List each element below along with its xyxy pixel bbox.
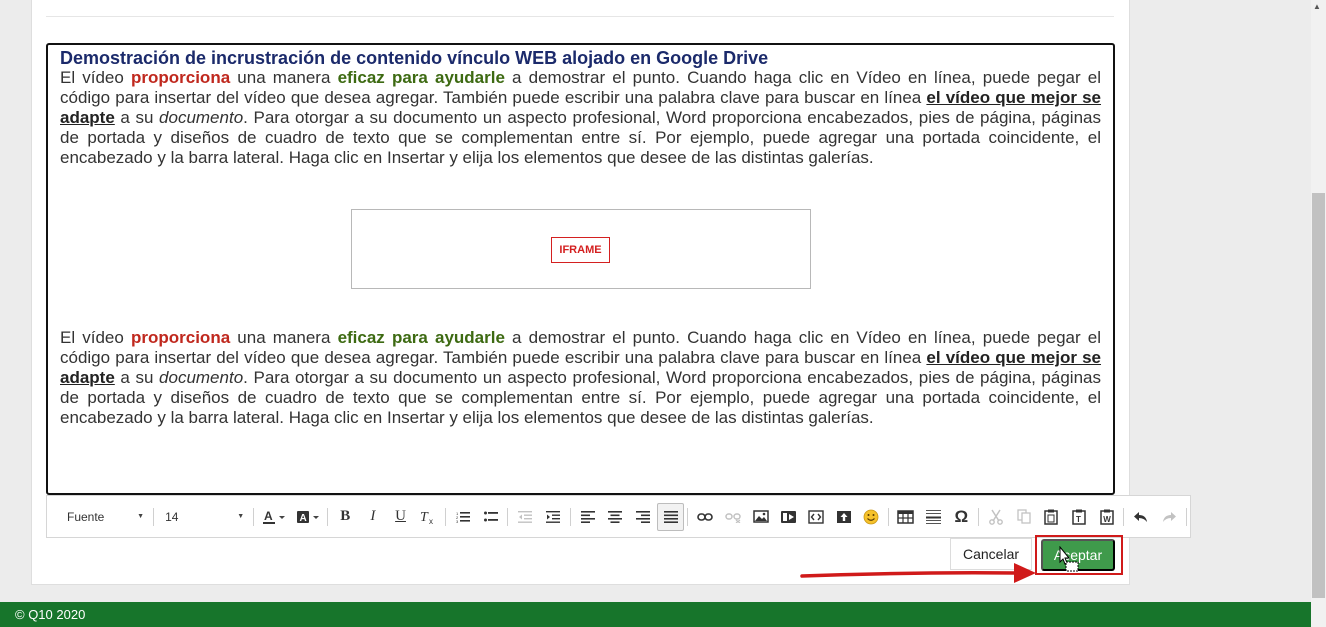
special-character-icon[interactable]: Ω <box>947 503 975 531</box>
numbered-list-icon[interactable]: 123 <box>449 503 477 531</box>
emoji-icon[interactable] <box>857 503 885 531</box>
unlink-icon[interactable] <box>719 503 747 531</box>
table-icon[interactable] <box>892 503 920 531</box>
font-family-select[interactable]: Fuente ▼ <box>53 505 150 529</box>
horizontal-rule-icon[interactable] <box>920 503 948 531</box>
editor-heading: Demostración de incrustración de conteni… <box>60 48 769 68</box>
toolbar-separator <box>153 507 155 526</box>
undo-icon[interactable] <box>1127 503 1155 531</box>
font-size-value: 14 <box>165 509 179 524</box>
paste-text-icon[interactable]: T <box>1065 503 1093 531</box>
link-icon[interactable] <box>691 503 719 531</box>
copyright-text: © Q10 2020 <box>15 607 86 622</box>
svg-text:W: W <box>1103 515 1111 524</box>
svg-text:A: A <box>299 513 306 524</box>
bold-icon[interactable]: B <box>331 503 359 531</box>
svg-text:A: A <box>264 509 273 523</box>
remove-format-icon[interactable]: Tx <box>414 503 442 531</box>
align-left-icon[interactable] <box>574 503 602 531</box>
toolbar-separator <box>253 507 255 526</box>
cut-icon[interactable] <box>982 503 1010 531</box>
align-right-icon[interactable] <box>629 503 657 531</box>
annotation-arrow-icon <box>800 563 1036 583</box>
font-family-value: Fuente <box>67 509 105 524</box>
background-color-icon[interactable]: A <box>291 503 325 531</box>
chevron-down-icon: ▼ <box>237 513 245 520</box>
svg-text:3: 3 <box>456 519 459 523</box>
image-icon[interactable] <box>747 503 775 531</box>
svg-text:x: x <box>429 517 433 525</box>
toolbar-separator <box>978 507 980 526</box>
paste-icon[interactable] <box>1037 503 1065 531</box>
editor-paragraph-1: El vídeo proporciona una manera eficaz p… <box>60 68 1102 167</box>
indent-icon[interactable] <box>539 503 567 531</box>
toolbar-separator <box>888 507 890 526</box>
editor-toolbar: Fuente ▼ 14 ▼ A A B I U Tx 123 Ω T W <box>46 495 1191 538</box>
italic-icon[interactable]: I <box>359 503 387 531</box>
iframe-label: IFRAME <box>551 237 610 263</box>
scroll-up-icon[interactable]: ▲ <box>1313 2 1321 11</box>
toolbar-separator <box>569 507 571 526</box>
underline-icon[interactable]: U <box>387 503 415 531</box>
video-icon[interactable] <box>774 503 802 531</box>
font-size-select[interactable]: 14 ▼ <box>157 505 250 529</box>
upload-icon[interactable] <box>830 503 858 531</box>
rich-text-editor[interactable]: Demostración de incrustración de conteni… <box>46 43 1115 495</box>
svg-text:T: T <box>420 510 429 525</box>
svg-text:T: T <box>1076 515 1081 524</box>
copy-icon[interactable] <box>1010 503 1038 531</box>
toolbar-separator <box>327 507 329 526</box>
toolbar-separator <box>687 507 689 526</box>
divider <box>46 16 1114 17</box>
bullet-list-icon[interactable] <box>477 503 505 531</box>
chevron-down-icon: ▼ <box>137 513 145 520</box>
scrollbar-thumb[interactable] <box>1312 193 1325 598</box>
text-color-icon[interactable]: A <box>257 503 291 531</box>
outdent-icon[interactable] <box>511 503 539 531</box>
align-justify-icon[interactable] <box>656 502 685 531</box>
toolbar-separator <box>445 507 447 526</box>
embed-code-icon[interactable] <box>802 503 830 531</box>
toolbar-separator <box>1185 507 1187 526</box>
editor-paragraph-2: El vídeo proporciona una manera eficaz p… <box>60 328 1102 427</box>
footer: © Q10 2020 <box>0 602 1311 627</box>
iframe-placeholder[interactable]: IFRAME <box>351 209 811 289</box>
paste-word-icon[interactable]: W <box>1093 503 1121 531</box>
redo-icon[interactable] <box>1155 503 1183 531</box>
move-cursor-icon <box>1059 546 1079 572</box>
toolbar-separator <box>507 507 509 526</box>
align-center-icon[interactable] <box>601 503 629 531</box>
toolbar-separator <box>1123 507 1125 526</box>
